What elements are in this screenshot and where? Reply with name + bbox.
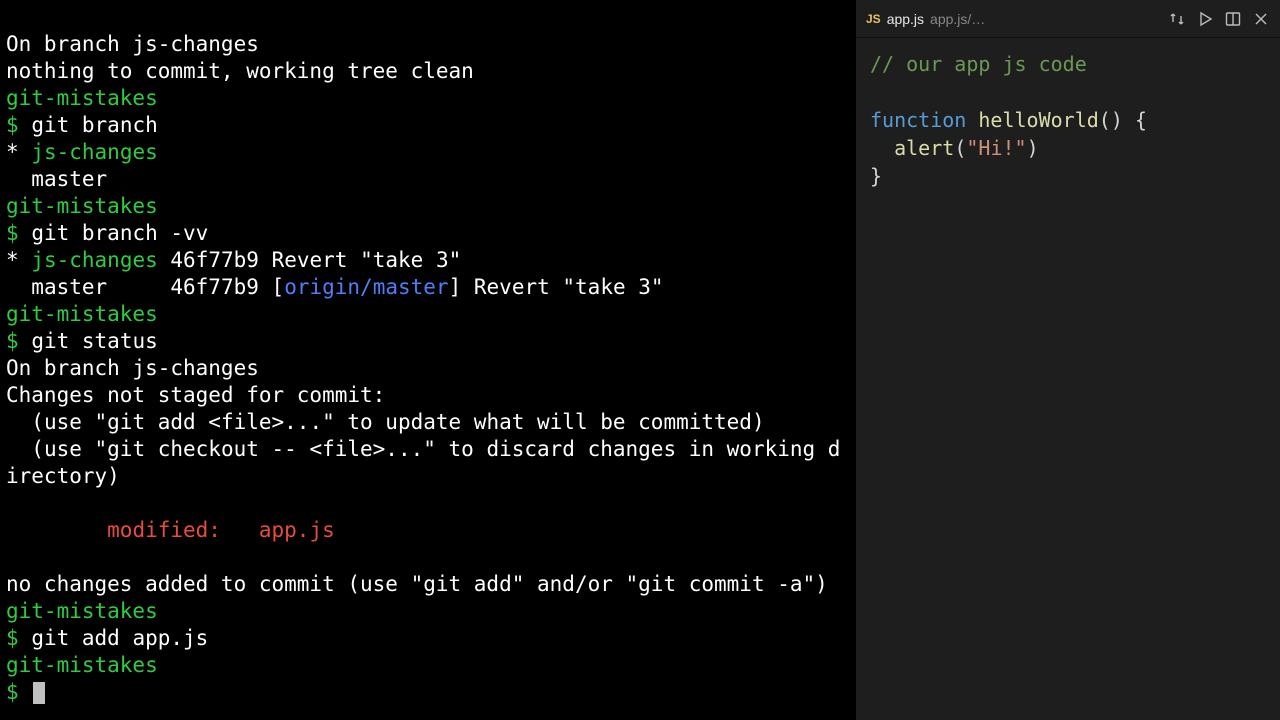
branch-marker: * xyxy=(6,248,19,272)
commit-hash: 46f77b9 xyxy=(170,275,259,299)
terminal-output: (use "git add <file>..." to update what … xyxy=(6,410,765,434)
compare-changes-icon[interactable] xyxy=(1168,10,1186,28)
terminal-output: nothing to commit, working tree clean xyxy=(6,59,474,83)
modified-file: app.js xyxy=(259,518,335,542)
terminal-cwd: git-mistakes xyxy=(6,194,158,218)
terminal-command: git add app.js xyxy=(31,626,208,650)
tab-path: app.js/… xyxy=(930,11,985,27)
terminal-output: On branch js-changes xyxy=(6,32,259,56)
prompt-symbol: $ xyxy=(6,680,19,704)
code-string: "Hi!" xyxy=(966,136,1026,160)
current-branch: js-changes xyxy=(31,140,157,164)
terminal-cursor xyxy=(33,682,45,704)
terminal-command: git status xyxy=(31,329,157,353)
prompt-symbol: $ xyxy=(6,329,19,353)
editor-pane: JS app.js app.js/… // our app js code fu… xyxy=(856,0,1280,720)
current-branch: js-changes xyxy=(31,248,157,272)
terminal-output: no changes added to commit (use "git add… xyxy=(6,572,828,596)
terminal-cwd: git-mistakes xyxy=(6,653,158,677)
modified-label: modified: xyxy=(6,518,259,542)
code-punct: } xyxy=(870,164,882,188)
close-icon[interactable] xyxy=(1252,10,1270,28)
prompt-symbol: $ xyxy=(6,626,19,650)
editor-tabbar: JS app.js app.js/… xyxy=(856,0,1280,38)
code-comment: // our app js code xyxy=(870,52,1087,76)
terminal-command: git branch xyxy=(31,113,157,137)
code-keyword: function xyxy=(870,108,966,132)
upstream-ref: origin/master xyxy=(284,275,448,299)
split-editor-icon[interactable] xyxy=(1224,10,1242,28)
bracket: [ xyxy=(272,275,285,299)
code-call: alert xyxy=(894,136,954,160)
code-punct: ) xyxy=(1027,136,1039,160)
commit-msg: Revert "take 3" xyxy=(474,275,664,299)
tab-filename: app.js xyxy=(887,11,924,27)
commit-hash: 46f77b9 xyxy=(170,248,259,272)
terminal-command: git branch -vv xyxy=(31,221,208,245)
editor-code-area[interactable]: // our app js code function helloWorld()… xyxy=(856,38,1280,202)
terminal-pane[interactable]: On branch js-changes nothing to commit, … xyxy=(0,0,856,720)
editor-tab-appjs[interactable]: JS app.js app.js/… xyxy=(866,11,985,27)
terminal-cwd: git-mistakes xyxy=(6,599,158,623)
code-indent xyxy=(870,136,894,160)
terminal-cwd: git-mistakes xyxy=(6,86,158,110)
terminal-output: On branch js-changes xyxy=(6,356,259,380)
code-punct: () { xyxy=(1099,108,1147,132)
code-function-name: helloWorld xyxy=(978,108,1098,132)
code-punct: ( xyxy=(954,136,966,160)
other-branch: master xyxy=(31,167,107,191)
commit-msg: Revert "take 3" xyxy=(272,248,462,272)
js-file-icon: JS xyxy=(866,12,881,26)
prompt-symbol: $ xyxy=(6,113,19,137)
terminal-output: (use "git checkout -- <file>..." to disc… xyxy=(6,437,840,488)
bracket: ] xyxy=(449,275,462,299)
branch-marker: * xyxy=(6,140,19,164)
other-branch: master xyxy=(31,275,107,299)
run-icon[interactable] xyxy=(1196,10,1214,28)
terminal-cwd: git-mistakes xyxy=(6,302,158,326)
prompt-symbol: $ xyxy=(6,221,19,245)
terminal-output: Changes not staged for commit: xyxy=(6,383,385,407)
